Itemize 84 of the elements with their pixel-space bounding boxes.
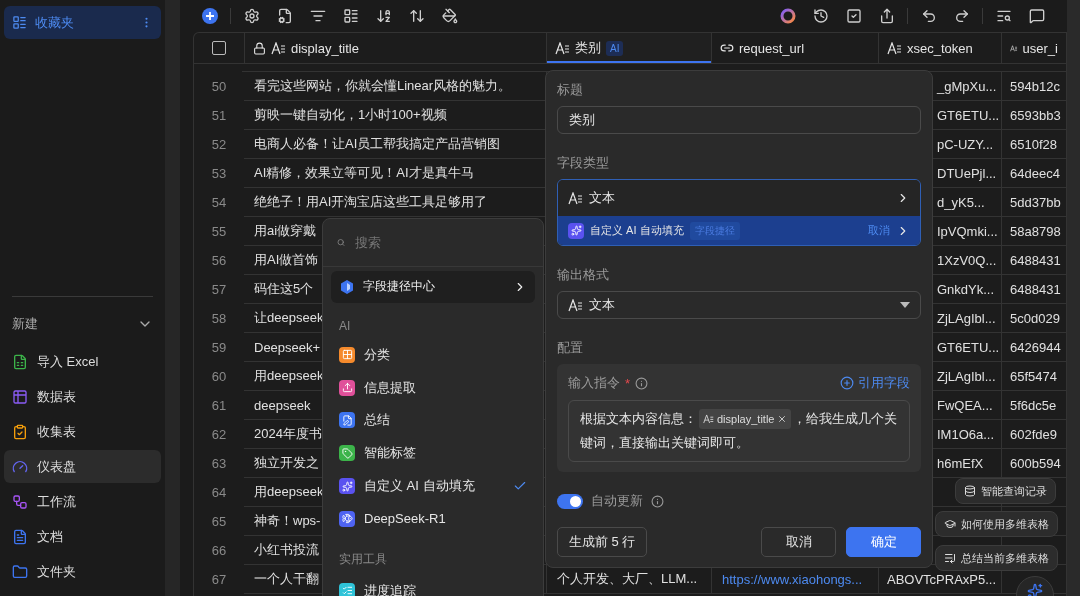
row-number: 50 bbox=[210, 78, 228, 96]
suggestion-label: 总结当前多维表格 bbox=[961, 550, 1049, 566]
title-field[interactable]: 类别 bbox=[557, 106, 921, 134]
table-cell: 58a8798 bbox=[1001, 217, 1066, 246]
sidebar-item[interactable]: 数据表 bbox=[4, 380, 161, 413]
table-cell: 6510f28 bbox=[1001, 130, 1066, 159]
table-cell: 602fde9 bbox=[1001, 420, 1066, 449]
row-number: 57 bbox=[210, 281, 228, 299]
table-cell: 5dd37bb bbox=[1001, 188, 1066, 217]
suggestion-label: 如何使用多维表格 bbox=[961, 516, 1049, 532]
menu-item[interactable]: 进度追踪 bbox=[331, 574, 535, 596]
instruction-text: 根据文本内容信息： bbox=[580, 410, 697, 428]
menu-item[interactable]: 字段捷径中心 bbox=[331, 270, 535, 303]
required-mark: * bbox=[625, 375, 631, 391]
row-number: 65 bbox=[210, 513, 228, 531]
chip-label: display_title bbox=[717, 412, 775, 427]
field-label: 输出格式 bbox=[557, 266, 610, 284]
row-number: 61 bbox=[210, 397, 228, 415]
row-number: 63 bbox=[210, 455, 228, 473]
field-label: 配置 bbox=[557, 339, 584, 357]
menu-label: 自定义 AI 自动填充 bbox=[364, 477, 476, 495]
table-cell: 6488431 bbox=[1001, 246, 1066, 275]
type-option[interactable]: 文本 bbox=[558, 180, 920, 216]
field-label: 字段类型 bbox=[557, 154, 610, 172]
column-title: display_title bbox=[291, 40, 359, 56]
menu-label: 分类 bbox=[364, 345, 391, 364]
shortcut-label: 自定义 AI 自动填充 bbox=[590, 223, 684, 238]
sidebar-item[interactable]: 文档 bbox=[4, 520, 161, 553]
row-number: 62 bbox=[210, 426, 228, 444]
column-header[interactable]: xsec_token bbox=[878, 33, 1001, 63]
row-number: 60 bbox=[210, 368, 228, 386]
column-header[interactable]: user_i bbox=[1001, 33, 1066, 63]
new-section-header[interactable]: 新建 bbox=[4, 311, 161, 337]
sidebar-item[interactable]: 仪表盘 bbox=[4, 450, 161, 483]
ai-tag: AI bbox=[606, 40, 624, 56]
row-number: 56 bbox=[210, 252, 228, 270]
sidebar-item[interactable]: 导入 Excel bbox=[4, 345, 161, 378]
table-cell: 5f6dc5e bbox=[1001, 391, 1066, 420]
assistant-suggestion[interactable]: 总结当前多维表格 bbox=[935, 545, 1058, 571]
row-number: 52 bbox=[210, 136, 228, 154]
row-number: 53 bbox=[210, 165, 228, 183]
suggestion-label: 智能查询记录 bbox=[981, 483, 1047, 499]
toggle-label: 自动更新 bbox=[591, 492, 643, 510]
cancel-button[interactable]: 取消 bbox=[761, 527, 836, 557]
column-title: 类别 bbox=[575, 39, 601, 57]
output-format-select[interactable]: 文本 bbox=[557, 291, 921, 319]
field-label: 标题 bbox=[557, 81, 584, 99]
assistant-suggestion[interactable]: 智能查询记录 bbox=[955, 478, 1056, 504]
column-title: xsec_token bbox=[907, 40, 973, 56]
row-number: 54 bbox=[210, 194, 228, 212]
row-number: 59 bbox=[210, 339, 228, 357]
table-cell: 594b12c bbox=[1001, 72, 1066, 101]
preview-button[interactable]: 生成前 5 行 bbox=[557, 527, 648, 557]
column-header[interactable]: request_url bbox=[711, 33, 878, 63]
table-cell: 65f5474 bbox=[1001, 362, 1066, 391]
type-label: 文本 bbox=[589, 189, 616, 207]
sidebar-item[interactable]: 工作流 bbox=[4, 485, 161, 518]
table-cell: 6593bb3 bbox=[1001, 101, 1066, 130]
row-number: 58 bbox=[210, 310, 228, 328]
instruction-text: 键词，直接输出关键词即可。 bbox=[580, 434, 749, 452]
row-number: 55 bbox=[210, 223, 228, 241]
sidebar-item[interactable]: 收藏夹 bbox=[4, 6, 161, 39]
row-number: 64 bbox=[210, 484, 228, 502]
row-number: 67 bbox=[210, 571, 228, 589]
instruction-field[interactable]: 根据文本内容信息： display_title ，给我生成几个关 键词，直接输出关键词即可。 bbox=[568, 400, 910, 462]
select-value: 文本 bbox=[589, 296, 616, 314]
sidebar-item[interactable]: 收集表 bbox=[4, 415, 161, 448]
menu-label: 进度追踪 bbox=[364, 581, 417, 596]
section-title: AI bbox=[338, 317, 352, 335]
table-cell: 64deec4 bbox=[1001, 159, 1066, 188]
table-cell: 5c0d029 bbox=[1001, 304, 1066, 333]
column-header[interactable]: 类别 AI bbox=[546, 33, 711, 63]
sidebar-item[interactable]: 文件夹 bbox=[4, 555, 161, 588]
assistant-suggestion[interactable]: 如何使用多维表格 bbox=[935, 511, 1058, 537]
menu-label: DeepSeek-R1 bbox=[364, 511, 447, 527]
instruction-label: 输入指令 bbox=[568, 374, 620, 392]
confirm-button[interactable]: 确定 bbox=[846, 527, 921, 557]
section-label: 新建 bbox=[12, 315, 38, 333]
column-title: user_i bbox=[1022, 40, 1058, 56]
table-cell: 6488431 bbox=[1001, 275, 1066, 304]
row-number: 66 bbox=[210, 542, 228, 560]
table-cell: 6426944 bbox=[1001, 333, 1066, 362]
row-number: 51 bbox=[210, 107, 228, 125]
column-title: request_url bbox=[739, 40, 805, 56]
